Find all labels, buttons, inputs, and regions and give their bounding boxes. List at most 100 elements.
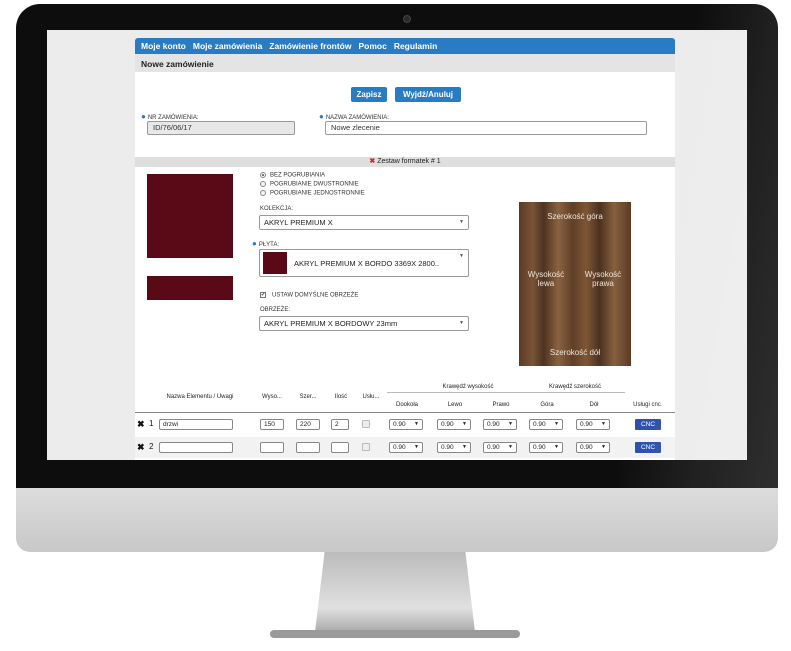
element-name-input[interactable] bbox=[159, 442, 233, 453]
remove-set-icon[interactable]: ✖ bbox=[369, 158, 375, 165]
header-services: Usłu... bbox=[362, 394, 380, 400]
edge-bottom-select[interactable]: 0.90 ▼ bbox=[576, 419, 610, 430]
table-row: ✖ 2 0.90 ▼ 0.90 ▼ 0.90 ▼ 0.90 ▼ 0.90 ▼ CNC bbox=[135, 437, 675, 458]
chevron-down-icon: ▼ bbox=[459, 219, 464, 225]
chevron-down-icon: ▼ bbox=[508, 421, 513, 427]
radio-label: POGRUBIANIE DWUSTRONNIE bbox=[270, 181, 359, 188]
nav-help[interactable]: Pomoc bbox=[358, 41, 386, 51]
header-right: Prawo bbox=[492, 402, 510, 408]
header-width: Szer... bbox=[299, 394, 317, 400]
services-checkbox[interactable] bbox=[362, 420, 370, 428]
monitor-stand bbox=[315, 552, 475, 632]
edge-around-select[interactable]: 0.90 ▼ bbox=[389, 419, 423, 430]
required-dot-icon: ● bbox=[141, 112, 146, 121]
order-number-field[interactable]: ID/76/06/17 bbox=[147, 121, 295, 135]
set-title: Zestaw formatek # 1 bbox=[377, 158, 441, 165]
radio-single-thickening[interactable]: POGRUBIANIE JEDNOSTRONNIE bbox=[260, 190, 365, 197]
edge-top-select[interactable]: 0.90 ▼ bbox=[529, 442, 563, 453]
select-value: 0.90 bbox=[580, 444, 593, 451]
chevron-down-icon: ▼ bbox=[508, 444, 513, 450]
exit-cancel-button[interactable]: Wyjdź/Anuluj bbox=[395, 87, 461, 102]
nav-my-account[interactable]: Moje konto bbox=[141, 41, 186, 51]
edge-around-select[interactable]: 0.90 ▼ bbox=[389, 442, 423, 453]
save-button[interactable]: Zapisz bbox=[351, 87, 387, 102]
select-value: 0.90 bbox=[533, 421, 546, 428]
radio-no-thickening[interactable]: BEZ POGRUBIANIA bbox=[260, 172, 325, 179]
chevron-down-icon: ▼ bbox=[462, 421, 467, 427]
set-header: ✖ Zestaw formatek # 1 bbox=[135, 157, 675, 167]
preview-right-label: Wysokość prawa bbox=[584, 270, 622, 288]
element-name-input[interactable]: drzwi bbox=[159, 419, 233, 430]
services-checkbox[interactable] bbox=[362, 443, 370, 451]
header-group-width: Krawędź szerokość bbox=[548, 384, 602, 390]
edge-preview-panel: Szerokość góra Wysokość lewa Wysokość pr… bbox=[519, 202, 631, 366]
edge-bottom-select[interactable]: 0.90 ▼ bbox=[576, 442, 610, 453]
delete-row-icon[interactable]: ✖ bbox=[137, 419, 145, 430]
board-value: AKRYL PREMIUM X BORDO 3369X 2800.. bbox=[294, 259, 440, 268]
header-height: Wyso... bbox=[262, 394, 282, 400]
header-group-height: Krawędź wysokość bbox=[442, 384, 494, 390]
board-select[interactable]: AKRYL PREMIUM X BORDO 3369X 2800.. ▼ bbox=[259, 249, 469, 277]
qty-input[interactable]: 2 bbox=[331, 419, 349, 430]
row-number: 2 bbox=[149, 442, 154, 451]
monitor-chin bbox=[16, 488, 778, 552]
preview-bottom-label: Szerokość dół bbox=[549, 348, 601, 357]
edge-top-select[interactable]: 0.90 ▼ bbox=[529, 419, 563, 430]
chevron-down-icon: ▼ bbox=[554, 421, 559, 427]
order-name-field[interactable]: Nowe zlecenie bbox=[325, 121, 647, 135]
preview-top-label: Szerokość góra bbox=[547, 212, 603, 221]
cnc-button[interactable]: CNC bbox=[635, 442, 661, 453]
color-swatch-large bbox=[147, 174, 233, 258]
select-value: 0.90 bbox=[441, 421, 454, 428]
width-input[interactable]: 220 bbox=[296, 419, 320, 430]
chevron-down-icon: ▼ bbox=[462, 444, 467, 450]
screen: Moje konto Moje zamówienia Zamówienie fr… bbox=[47, 30, 747, 460]
select-value: 0.90 bbox=[487, 421, 500, 428]
header-name: Nazwa Elementu / Uwagi bbox=[166, 394, 234, 400]
edge-right-select[interactable]: 0.90 ▼ bbox=[483, 442, 517, 453]
required-dot-icon: ● bbox=[319, 112, 324, 121]
color-swatch-edge bbox=[147, 276, 233, 300]
row-number: 1 bbox=[149, 419, 154, 428]
select-value: 0.90 bbox=[487, 444, 500, 451]
edge-left-select[interactable]: 0.90 ▼ bbox=[437, 419, 471, 430]
width-input[interactable] bbox=[296, 442, 320, 453]
height-input[interactable] bbox=[260, 442, 284, 453]
chevron-down-icon: ▼ bbox=[601, 421, 606, 427]
delete-row-icon[interactable]: ✖ bbox=[137, 442, 145, 453]
nav-my-orders[interactable]: Moje zamówienia bbox=[193, 41, 262, 51]
qty-input[interactable] bbox=[331, 442, 349, 453]
edge-select[interactable]: AKRYL PREMIUM X BORDOWY 23mm ▼ bbox=[259, 316, 469, 331]
order-panel: Nowe zamówienie Zapisz Wyjdź/Anuluj ● NR … bbox=[135, 54, 675, 460]
height-input[interactable]: 150 bbox=[260, 419, 284, 430]
imac-scene: Moje konto Moje zamówienia Zamówienie fr… bbox=[0, 0, 791, 651]
radio-label: BEZ POGRUBIANIA bbox=[270, 172, 326, 179]
header-top: Góra bbox=[540, 402, 554, 408]
table-top-border bbox=[135, 412, 675, 413]
table-row: ✖ 1 drzwi 150 220 2 0.90 ▼ 0.90 ▼ 0.90 ▼ 0.… bbox=[135, 414, 675, 435]
chevron-down-icon: ▼ bbox=[459, 320, 464, 326]
default-edges-label: USTAW DOMYŚLNE OBRZEŻE bbox=[272, 292, 359, 299]
edge-value: AKRYL PREMIUM X BORDOWY 23mm bbox=[264, 319, 398, 328]
select-value: 0.90 bbox=[393, 421, 406, 428]
order-number-label: ● NR ZAMÓWIENIA: bbox=[141, 112, 199, 121]
header-left: Lewo bbox=[447, 402, 463, 408]
chevron-down-icon: ▼ bbox=[414, 444, 419, 450]
cnc-button[interactable]: CNC bbox=[635, 419, 661, 430]
default-edges-checkbox[interactable]: ✔ USTAW DOMYŚLNE OBRZEŻE bbox=[260, 292, 358, 299]
nav-terms[interactable]: Regulamin bbox=[394, 41, 437, 51]
header-divider bbox=[387, 392, 625, 393]
collection-label: KOLEKCJA: bbox=[260, 206, 294, 212]
page-title: Nowe zamówienie bbox=[135, 54, 675, 72]
select-value: 0.90 bbox=[580, 421, 593, 428]
collection-select[interactable]: AKRYL PREMIUM X ▼ bbox=[259, 215, 469, 230]
radio-double-thickening[interactable]: POGRUBIANIE DWUSTRONNIE bbox=[260, 181, 359, 188]
collection-value: AKRYL PREMIUM X bbox=[264, 218, 333, 227]
preview-left-label: Wysokość lewa bbox=[527, 270, 565, 288]
edge-right-select[interactable]: 0.90 ▼ bbox=[483, 419, 517, 430]
select-value: 0.90 bbox=[533, 444, 546, 451]
header-around: Dookoła bbox=[395, 402, 418, 408]
header-qty: Ilość bbox=[334, 394, 348, 400]
edge-left-select[interactable]: 0.90 ▼ bbox=[437, 442, 471, 453]
nav-order-fronts[interactable]: Zamówienie frontów bbox=[269, 41, 351, 51]
